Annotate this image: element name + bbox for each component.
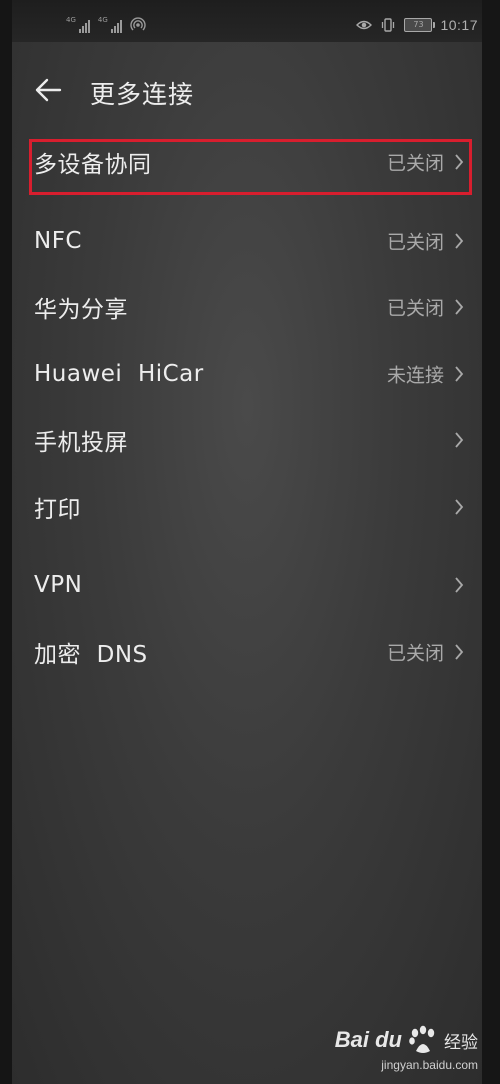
paw-icon [409,1025,435,1053]
chevron-right-icon [455,154,464,170]
item-label: VPN [34,572,83,598]
list-item-multi-device-collaboration[interactable]: 多设备协同 已关闭 [12,134,482,190]
hotspot-icon [130,17,146,31]
screen: 4G 4G 73 10:17 更多连接 多设备协同 已关闭 NFC 已关闭 华为… [0,0,500,1084]
item-label: 手机投屏 [34,430,128,456]
item-label: 华为分享 [34,297,128,323]
list-item-screen-projection[interactable]: 手机投屏 [12,412,482,468]
status-bar-right: 73 10:17 [356,13,478,37]
item-label: 打印 [34,497,81,523]
signal-1-tag: 4G [66,16,76,24]
chevron-right-icon [455,366,464,382]
page-title: 更多连接 [90,80,195,109]
list-item-print[interactable]: 打印 [12,479,482,535]
item-label: NFC [34,228,82,254]
battery-percent: 73 [413,20,424,29]
watermark-url: jingyan.baidu.com [381,1058,478,1072]
list-item-nfc[interactable]: NFC 已关闭 [12,213,482,269]
back-arrow-icon[interactable] [34,77,62,103]
list-item-encrypted-dns[interactable]: 加密 DNS 已关闭 [12,624,482,680]
frame-right [482,0,500,1084]
signal-1-icon: 4G [66,17,90,33]
item-status: 已关闭 [386,297,444,320]
watermark-cn: 经验 [444,1032,478,1053]
chevron-right-icon [455,577,464,593]
eye-comfort-icon [356,20,373,30]
chevron-right-icon [455,233,464,249]
item-label: Huawei HiCar [34,361,204,387]
watermark-brand: Bai du [334,1027,402,1052]
status-time: 10:17 [440,17,478,33]
status-bar-left: 4G 4G [66,14,146,36]
chevron-right-icon [455,432,464,448]
list-item-hicar[interactable]: Huawei HiCar 未连接 [12,346,482,402]
item-status: 已关闭 [386,231,444,254]
chevron-right-icon [455,299,464,315]
watermark-logo: Bai du 经验 [335,1023,478,1057]
vibrate-icon [382,18,395,32]
item-label: 多设备协同 [34,152,152,178]
list-item-vpn[interactable]: VPN [12,557,482,613]
item-status: 已关闭 [386,152,444,175]
battery-icon: 73 [404,18,436,32]
frame-left [0,0,12,1084]
item-status: 已关闭 [386,642,444,665]
list-item-huawei-share[interactable]: 华为分享 已关闭 [12,279,482,335]
signal-2-icon: 4G [98,17,122,33]
item-label: 加密 DNS [34,642,148,668]
item-status: 未连接 [386,364,444,387]
chevron-right-icon [455,499,464,515]
baidu-jingyan-watermark: Bai du 经验 jingyan.baidu.com [335,1023,478,1072]
chevron-right-icon [455,644,464,660]
signal-2-tag: 4G [97,16,108,24]
